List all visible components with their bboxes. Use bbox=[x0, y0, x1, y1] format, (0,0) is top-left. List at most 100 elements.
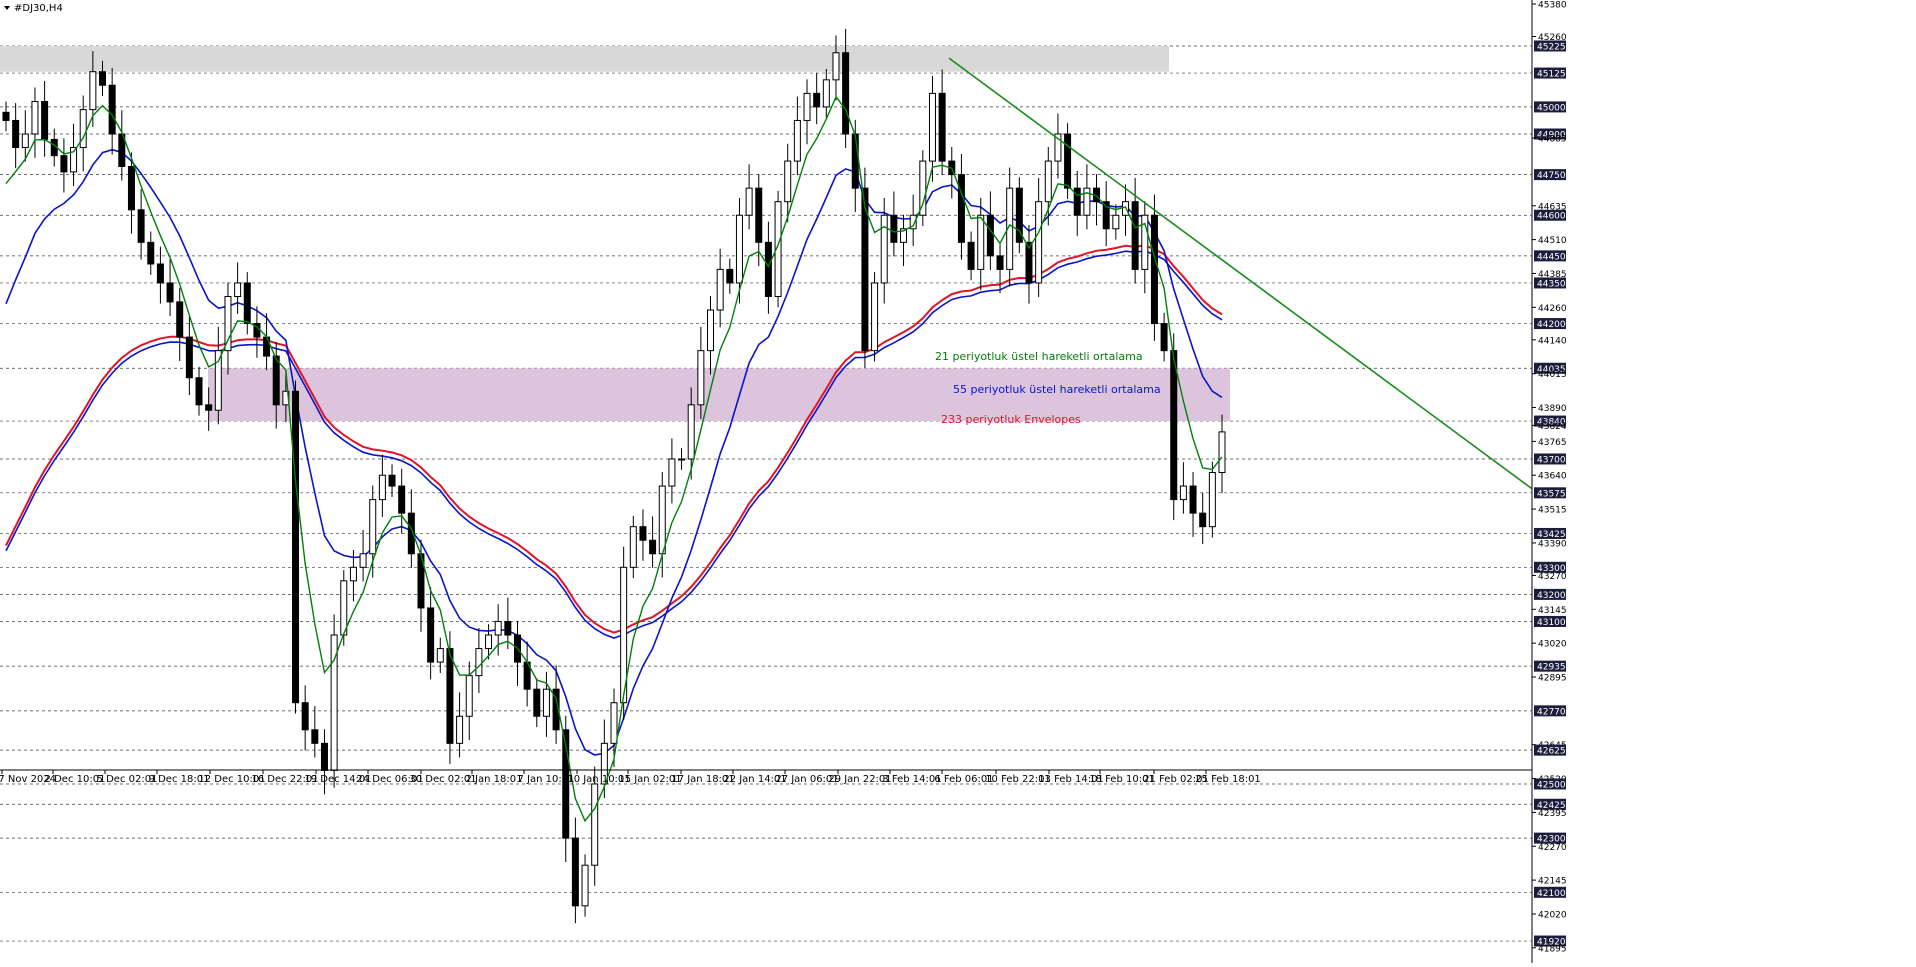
candle-body bbox=[726, 268, 734, 284]
resistance-zone bbox=[0, 45, 1169, 72]
price-badge-label: 43200 bbox=[1537, 591, 1566, 601]
candle-body bbox=[1199, 512, 1207, 528]
candle-body bbox=[1218, 431, 1226, 474]
candle-body bbox=[475, 648, 483, 677]
legend-entry: 21 periyotluk üstel hareketli ortalama bbox=[935, 350, 1143, 363]
candle-body bbox=[108, 84, 116, 135]
candle-body bbox=[977, 214, 985, 270]
candle-body bbox=[60, 155, 68, 173]
symbol-label: #DJ30,H4 bbox=[14, 3, 63, 14]
candle-body bbox=[456, 715, 464, 744]
candle-body bbox=[349, 566, 357, 582]
price-tick-label: 44510 bbox=[1538, 236, 1567, 246]
candle-body bbox=[369, 499, 377, 555]
candle bbox=[919, 150, 927, 227]
candle-body bbox=[292, 390, 300, 704]
price-tick-label: 43824 bbox=[1538, 422, 1567, 432]
candle-body bbox=[784, 160, 792, 203]
price-tick-label: 43640 bbox=[1538, 472, 1567, 482]
candle-body bbox=[1179, 485, 1187, 501]
candle-body bbox=[185, 336, 193, 379]
candle-body bbox=[21, 133, 29, 149]
candle bbox=[292, 380, 300, 714]
candle bbox=[1015, 177, 1023, 254]
price-badge-label: 42625 bbox=[1537, 747, 1566, 757]
candle-body bbox=[542, 688, 550, 717]
candle-body bbox=[533, 688, 541, 717]
candle-body bbox=[842, 52, 850, 135]
time-tick-label: 7 Jan 10:01 bbox=[518, 774, 575, 785]
price-tick-label: 44885 bbox=[1538, 135, 1567, 145]
candle-body bbox=[31, 100, 39, 135]
price-badge-label: 44750 bbox=[1537, 171, 1566, 181]
price-tick-label: 43390 bbox=[1538, 539, 1567, 549]
candle-body bbox=[996, 255, 1004, 270]
candle-body bbox=[195, 377, 203, 406]
candle-body bbox=[1189, 485, 1197, 514]
candle-body bbox=[224, 295, 232, 352]
candle-body bbox=[340, 580, 348, 636]
chart-background bbox=[0, 0, 1916, 963]
candle-body bbox=[957, 174, 965, 243]
candle-body bbox=[880, 214, 888, 284]
candle-body bbox=[214, 350, 222, 411]
candle-body bbox=[446, 648, 454, 744]
candle-body bbox=[359, 553, 367, 568]
candle bbox=[1150, 194, 1158, 341]
candle-body bbox=[205, 404, 213, 411]
legend-entry: 55 periyotluk üstel hareketli ortalama bbox=[953, 383, 1161, 396]
price-tick-label: 43890 bbox=[1538, 404, 1567, 414]
candle bbox=[330, 614, 338, 788]
candle-body bbox=[1131, 201, 1139, 270]
candle-body bbox=[986, 214, 994, 257]
candle-body bbox=[591, 783, 599, 866]
candle-body bbox=[1208, 472, 1216, 528]
candle-body bbox=[41, 100, 49, 140]
price-chart[interactable]: 21 periyotluk üstel hareketli ortalama 55… bbox=[0, 0, 1916, 963]
candle-body bbox=[485, 634, 493, 650]
price-tick-label: 42395 bbox=[1538, 809, 1567, 819]
candle-body bbox=[571, 837, 579, 907]
candle-body bbox=[166, 282, 174, 303]
candle-body bbox=[938, 92, 946, 162]
price-tick-label: 41895 bbox=[1538, 944, 1567, 954]
candle-body bbox=[1035, 201, 1043, 284]
price-badge-label: 42100 bbox=[1537, 889, 1566, 899]
candle-body bbox=[793, 119, 801, 162]
price-badge-label: 45000 bbox=[1537, 103, 1566, 113]
time-tick-label: 2 Jan 18:01 bbox=[466, 774, 523, 785]
candle-body bbox=[967, 241, 975, 270]
candle-body bbox=[890, 214, 898, 243]
candle-body bbox=[272, 355, 280, 406]
price-badge-label: 42770 bbox=[1537, 707, 1566, 717]
candle-body bbox=[147, 241, 155, 265]
time-tick-label: 25 Feb 18:01 bbox=[1195, 774, 1261, 785]
candle-body bbox=[629, 526, 637, 568]
candle-body bbox=[745, 187, 753, 216]
candle-body bbox=[99, 71, 107, 86]
candle-body bbox=[320, 742, 328, 771]
candle-body bbox=[465, 675, 473, 717]
candle-body bbox=[610, 702, 618, 744]
candle-body bbox=[764, 241, 772, 297]
price-tick-label: 44260 bbox=[1538, 304, 1567, 314]
candle-body bbox=[1150, 214, 1158, 325]
candle-body bbox=[813, 92, 821, 108]
candle-body bbox=[156, 263, 164, 284]
candle-body bbox=[176, 301, 184, 338]
candle-body bbox=[1170, 350, 1178, 501]
candle-body bbox=[311, 729, 319, 744]
candle-body bbox=[1112, 214, 1120, 230]
candle-body bbox=[668, 458, 676, 487]
candle bbox=[861, 167, 869, 368]
candle bbox=[1208, 461, 1216, 538]
price-badge-label: 45125 bbox=[1537, 70, 1566, 80]
candle-body bbox=[2, 111, 10, 121]
price-tick-label: 42895 bbox=[1538, 673, 1567, 683]
candle-body bbox=[398, 485, 406, 514]
candle-body bbox=[127, 165, 135, 211]
time-tick-label: 3 Feb 14:01 bbox=[882, 774, 941, 785]
price-tick-label: 43145 bbox=[1538, 606, 1567, 616]
candle-body bbox=[388, 474, 396, 487]
candle-body bbox=[928, 92, 936, 162]
